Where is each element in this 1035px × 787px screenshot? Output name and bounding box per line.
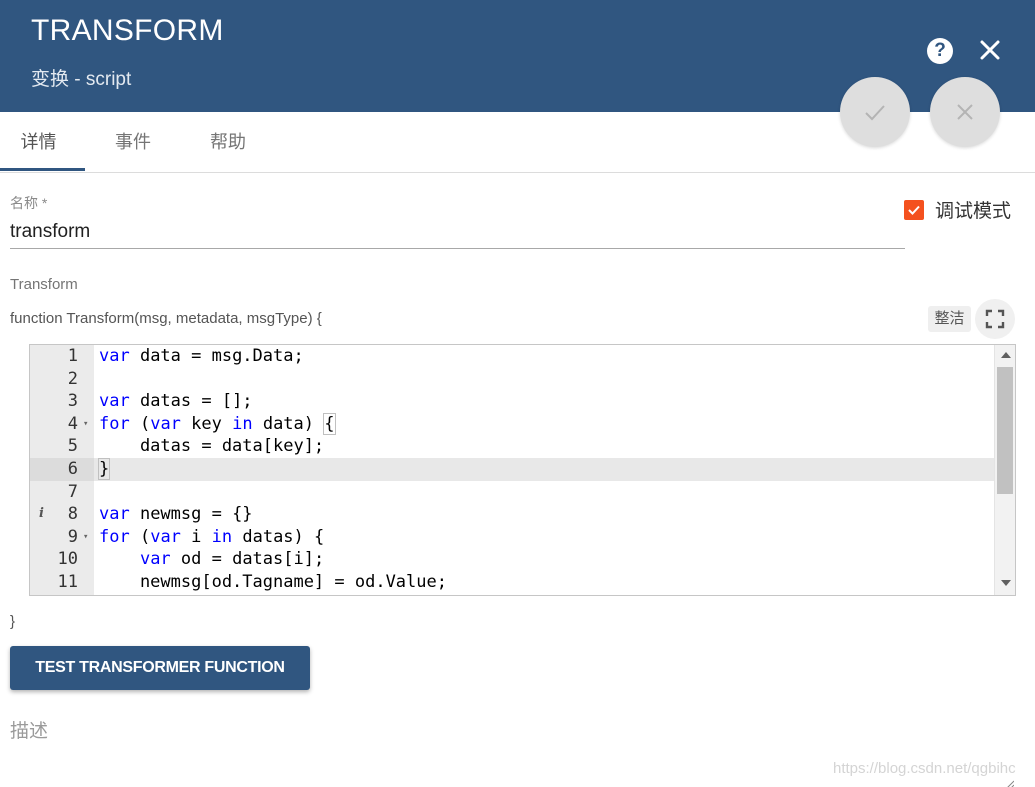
code-text: var data = msg.Data; xyxy=(99,346,304,366)
close-icon[interactable] xyxy=(976,36,1004,64)
line-number: 10 xyxy=(57,549,78,570)
fold-arrow-icon[interactable]: ▾ xyxy=(83,413,88,436)
resize-grip-icon[interactable] xyxy=(1004,776,1015,787)
editor-scrollbar[interactable] xyxy=(994,345,1015,595)
name-input[interactable] xyxy=(10,215,905,249)
function-closing-brace: } xyxy=(10,613,16,630)
line-number: 7 xyxy=(67,481,78,502)
code-lines: 1 var data = msg.Data; 2 3 var datas = []; 4 ▾… xyxy=(30,345,994,594)
tab-events[interactable]: 事件 xyxy=(93,112,173,172)
fold-arrow-icon[interactable]: ▾ xyxy=(83,526,88,549)
code-text: for (var i in datas) { xyxy=(99,526,325,547)
code-text: datas = data[key]; xyxy=(99,436,325,457)
code-line[interactable]: 9 ▾ for (var i in datas) { xyxy=(30,526,994,549)
code-line[interactable]: 1 var data = msg.Data; xyxy=(30,345,994,368)
watermark: https://blog.csdn.net/qgbihc xyxy=(833,760,1016,777)
line-number: 5 xyxy=(67,436,78,457)
fullscreen-button[interactable] xyxy=(975,299,1015,339)
dialog-subtitle: 变换 - script xyxy=(31,69,132,90)
code-line[interactable]: 7 xyxy=(30,481,994,504)
code-text: } xyxy=(97,457,111,480)
scroll-up-icon[interactable] xyxy=(995,345,1015,365)
name-field-label: 名称 * xyxy=(10,195,48,211)
tab-details[interactable]: 详情 xyxy=(0,112,77,172)
code-line[interactable]: 5 datas = data[key]; xyxy=(30,435,994,458)
code-text: for (var key in data) { xyxy=(99,412,336,435)
scroll-down-icon[interactable] xyxy=(995,573,1015,593)
transform-section-label: Transform xyxy=(10,276,78,293)
description-label: 描述 xyxy=(10,721,49,742)
test-transformer-button[interactable]: TEST TRANSFORMER FUNCTION xyxy=(10,646,310,690)
code-line[interactable]: 2 xyxy=(30,368,994,391)
code-line[interactable]: 8 i var newmsg = {} xyxy=(30,503,994,526)
line-number: 3 xyxy=(67,391,78,412)
tidy-button[interactable]: 整洁 xyxy=(928,306,971,332)
code-line[interactable]: 10 var od = datas[i]; xyxy=(30,548,994,571)
function-signature: function Transform(msg, metadata, msgTyp… xyxy=(10,310,322,327)
code-text: newmsg[od.Tagname] = od.Value; xyxy=(99,571,447,592)
debug-mode-checkbox[interactable]: 调试模式 xyxy=(904,196,1011,223)
line-number: 11 xyxy=(57,571,78,592)
code-line[interactable]: 4 ▾ for (var key in data) { xyxy=(30,412,994,436)
line-number: 1 xyxy=(67,346,78,366)
code-text: var datas = []; xyxy=(99,391,253,412)
info-annotation-icon[interactable]: i xyxy=(39,503,44,526)
line-number: 2 xyxy=(67,368,78,389)
line-number: 6 xyxy=(30,457,94,481)
tab-bar: 详情 事件 帮助 xyxy=(0,112,1035,173)
code-editor[interactable]: 1 var data = msg.Data; 2 3 var datas = []; 4 ▾… xyxy=(29,344,1016,596)
active-tab-indicator xyxy=(0,168,85,171)
code-line[interactable]: 3 var datas = []; xyxy=(30,390,994,413)
code-line[interactable]: 6} xyxy=(30,457,994,481)
debug-mode-label: 调试模式 xyxy=(935,201,1012,222)
code-text: var newmsg = {} xyxy=(99,504,253,525)
dialog-title: TRANSFORM xyxy=(31,14,224,47)
fullscreen-icon xyxy=(985,309,1005,329)
code-line[interactable]: 11 newmsg[od.Tagname] = od.Value; xyxy=(30,571,994,594)
code-text: var od = datas[i]; xyxy=(139,549,325,570)
tab-help[interactable]: 帮助 xyxy=(188,112,268,172)
help-icon[interactable]: ? xyxy=(927,38,953,64)
checkbox-checked-icon xyxy=(904,199,924,220)
scroll-thumb[interactable] xyxy=(997,367,1013,494)
